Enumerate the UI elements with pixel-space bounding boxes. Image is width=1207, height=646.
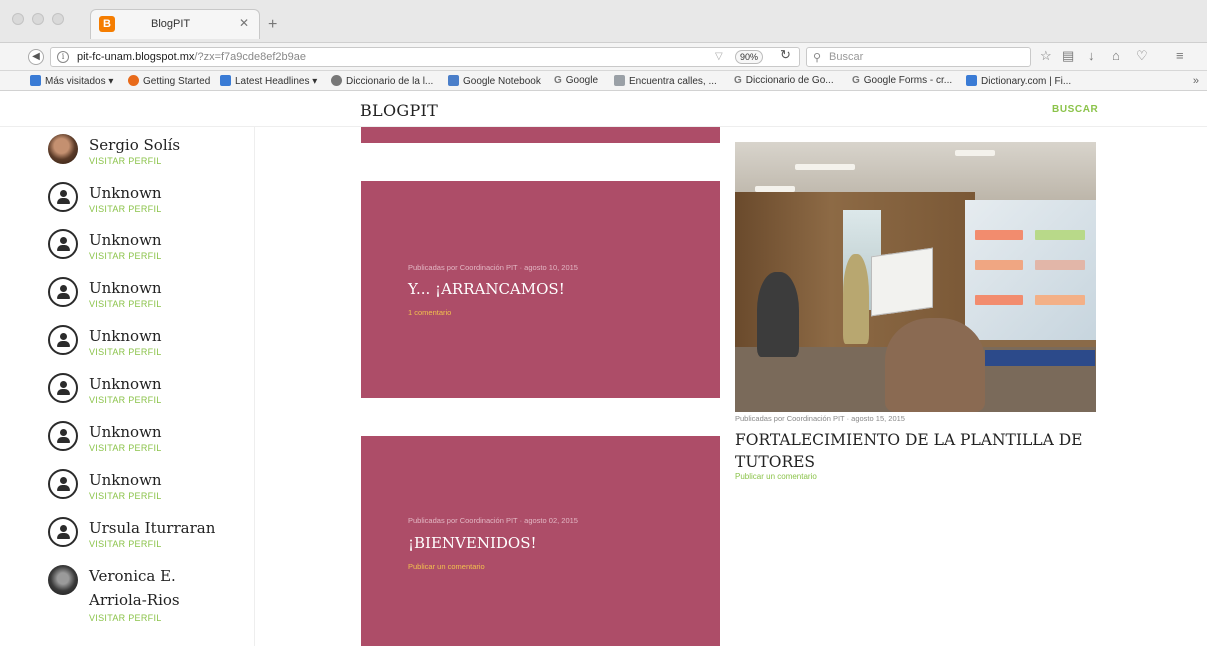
blog-title[interactable]: BLOGPIT [360,101,438,120]
folder-icon [30,75,41,86]
contributor-name[interactable]: Unknown [89,421,162,443]
info-icon[interactable]: i [57,51,69,63]
contributor-name-line2[interactable]: Arriola-Rios [89,589,180,611]
close-tab-icon[interactable]: ✕ [239,16,249,30]
rss-icon [220,75,231,86]
blog-search-button[interactable]: BUSCAR [1052,104,1098,115]
post-title[interactable]: ¡BIENVENIDOS! [408,534,537,552]
unknown-user-icon[interactable] [48,182,78,212]
unknown-user-icon[interactable] [48,517,78,547]
visit-profile-link[interactable]: VISITAR PERFIL [89,443,162,453]
contributor-name[interactable]: Unknown [89,229,162,251]
reader-view-icon[interactable]: ▽ [715,51,723,62]
bookmark-item[interactable]: G Google Forms - cr... [852,75,952,86]
visit-profile-link[interactable]: VISITAR PERFIL [89,251,162,261]
contributor-name[interactable]: Unknown [89,325,162,347]
post-meta: Publicadas por Coordinación PIT · agosto… [408,263,578,272]
firefox-icon [128,75,139,86]
maximize-window-icon[interactable] [52,13,64,25]
contributor-name[interactable]: Sergio Solís [89,134,180,156]
post-photo[interactable] [735,142,1096,412]
minimize-window-icon[interactable] [32,13,44,25]
bookmark-item[interactable]: Dictionary.com | Fi... [966,75,1071,87]
blogger-favicon-icon: B [99,16,115,32]
browser-titlebar: B BlogPIT ✕ + [0,0,1207,43]
contributors-sidebar: Sergio Solís VISITAR PERFIL Unknown VISI… [0,127,255,646]
avatar[interactable] [48,134,78,164]
contributor-name[interactable]: Ursula Iturraran [89,517,215,539]
unknown-user-icon[interactable] [48,277,78,307]
post-meta: Publicadas por Coordinación PIT · agosto… [408,516,578,525]
blog-header: BLOGPIT BUSCAR [0,91,1207,127]
post-comment-link[interactable]: 1 comentario [408,308,451,317]
contributor-name[interactable]: Unknown [89,469,162,491]
visit-profile-link[interactable]: VISITAR PERFIL [89,347,162,357]
globe-icon [331,75,342,86]
post-title[interactable]: Y... ¡ARRANCAMOS! [408,280,565,298]
bookmark-item[interactable]: Getting Started [128,75,210,87]
visit-profile-link[interactable]: VISITAR PERFIL [89,204,162,214]
contributor-name[interactable]: Veronica E. [89,565,176,587]
home-icon[interactable]: ⌂ [1112,49,1120,63]
google-g-icon: G [554,75,562,86]
notebook-icon [448,75,459,86]
search-icon: ⚲ [813,52,822,64]
bookmark-item[interactable]: Más visitados ▾ [30,75,113,87]
maps-icon [614,75,625,86]
download-icon[interactable]: ↓ [1088,49,1095,63]
post-card[interactable]: Publicadas por Coordinación PIT · agosto… [361,436,720,646]
blog-page: BLOGPIT BUSCAR Sergio Solís VISITAR PERF… [0,91,1207,646]
pocket-icon[interactable]: ♡ [1136,49,1148,63]
browser-navbar: ◀ i pit-fc-unam.blogspot.mx/?zx=f7a9cde8… [0,43,1207,71]
post-meta: Publicadas por Coordinación PIT · agosto… [735,414,905,423]
bookmark-item[interactable]: Encuentra calles, ... [614,75,717,87]
post-title[interactable]: FORTALECIMIENTO DE LA PLANTILLA DE TUTOR… [735,429,1095,473]
unknown-user-icon[interactable] [48,229,78,259]
search-placeholder: Buscar [829,51,864,63]
visit-profile-link[interactable]: VISITAR PERFIL [89,156,162,166]
zoom-level[interactable]: 90% [735,50,763,64]
address-bar[interactable]: i pit-fc-unam.blogspot.mx/?zx=f7a9cde8ef… [50,47,800,67]
back-arrow-icon[interactable]: ◀ [28,49,44,65]
google-g-icon: G [852,75,860,86]
reload-icon[interactable]: ↻ [780,47,791,63]
more-bookmarks-icon[interactable]: » [1193,75,1199,87]
bookmark-star-icon[interactable]: ☆ [1040,49,1052,63]
visit-profile-link[interactable]: VISITAR PERFIL [89,491,162,501]
unknown-user-icon[interactable] [48,421,78,451]
search-input[interactable]: ⚲ Buscar [806,47,1031,67]
contributor-name[interactable]: Unknown [89,277,162,299]
browser-tab[interactable]: B BlogPIT ✕ [90,9,260,39]
bookmarks-library-icon[interactable]: ▤ [1062,49,1074,63]
bookmark-item[interactable]: Latest Headlines ▾ [220,75,317,87]
close-window-icon[interactable] [12,13,24,25]
bookmark-item[interactable]: G Google [554,75,598,86]
tab-title: BlogPIT [151,18,191,30]
avatar[interactable] [48,565,78,595]
unknown-user-icon[interactable] [48,469,78,499]
bookmark-item[interactable]: Diccionario de la l... [331,75,433,87]
hamburger-menu-icon[interactable]: ≡ [1176,49,1184,63]
bookmarks-toolbar: Más visitados ▾ Getting Started Latest H… [0,71,1207,91]
visit-profile-link[interactable]: VISITAR PERFIL [89,395,162,405]
unknown-user-icon[interactable] [48,325,78,355]
google-g-icon: G [734,75,742,86]
visit-profile-link[interactable]: VISITAR PERFIL [89,539,162,549]
post-comment-link[interactable]: Publicar un comentario [408,562,485,571]
contributor-name[interactable]: Unknown [89,182,162,204]
dictionary-icon [966,75,977,86]
new-tab-button[interactable]: + [268,16,277,34]
post-card[interactable]: Publicadas por Coordinación PIT · agosto… [361,181,720,398]
bookmark-item[interactable]: Google Notebook [448,75,541,87]
unknown-user-icon[interactable] [48,373,78,403]
visit-profile-link[interactable]: VISITAR PERFIL [89,613,162,623]
url-text[interactable]: pit-fc-unam.blogspot.mx/?zx=f7a9cde8ef2b… [77,51,306,63]
visit-profile-link[interactable]: VISITAR PERFIL [89,299,162,309]
contributor-name[interactable]: Unknown [89,373,162,395]
post-comment-link[interactable]: Publicar un comentario [735,472,817,481]
bookmark-item[interactable]: G Diccionario de Go... [734,75,834,86]
